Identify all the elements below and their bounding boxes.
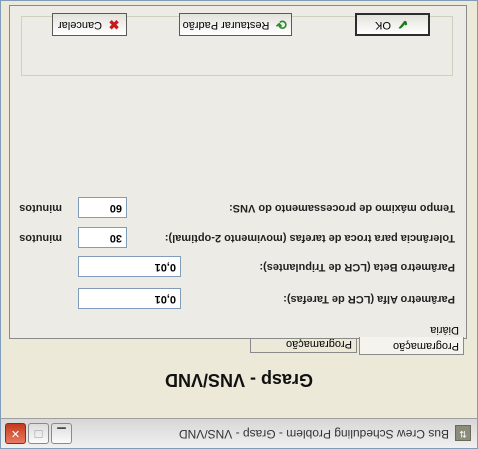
tolerancia-input[interactable]: 30 (78, 227, 127, 248)
title-bar[interactable]: ⇅ Bus Crew Scheduling Problem - Grasp - … (1, 418, 477, 448)
rotated-stage: ⇅ Bus Crew Scheduling Problem - Grasp - … (0, 0, 478, 449)
close-button[interactable]: ✕ (5, 423, 26, 444)
maximize-icon: ☐ (33, 427, 44, 440)
app-icon: ⇅ (455, 425, 471, 441)
minimize-button[interactable]: ▁ (51, 423, 72, 444)
ok-label: OK (375, 19, 391, 31)
page-title: Grasp - VNS/VND (164, 370, 314, 390)
minimize-icon: ▁ (57, 427, 66, 440)
tolerancia-label: Tolerância para troca de tarefas (movime… (164, 232, 455, 244)
alfa-input[interactable]: 0,01 (78, 288, 181, 309)
tempo-input[interactable]: 60 (78, 197, 127, 218)
tab-programacao-diaria[interactable]: Programação Diária (359, 324, 464, 355)
cancel-button[interactable]: ✖ Cancelar (52, 13, 127, 36)
beta-input[interactable]: 0,01 (78, 256, 181, 277)
close-icon: ✕ (10, 427, 21, 440)
tolerancia-unit: minutos (19, 232, 62, 244)
tempo-unit: minutos (19, 202, 62, 214)
restore-label: Restaurar Padrão (182, 19, 270, 31)
ok-button[interactable]: ✔ OK (355, 13, 430, 36)
beta-label: Parâmetro Beta (LCR de Tripulantes): (259, 261, 455, 273)
refresh-icon: ⟳ (275, 17, 287, 33)
window-title: Bus Crew Scheduling Problem - Grasp - VN… (178, 427, 449, 441)
tempo-label: Tempo máximo de processamento do VNS: (229, 202, 455, 214)
x-icon: ✖ (108, 17, 120, 33)
restore-default-button[interactable]: ⟳ Restaurar Padrão (179, 13, 292, 36)
check-icon: ✔ (397, 17, 409, 33)
alfa-label: Parâmetro Alfa (LCR de Tarefas): (283, 293, 455, 305)
dialog-window: ⇅ Bus Crew Scheduling Problem - Grasp - … (0, 0, 478, 449)
cancel-label: Cancelar (57, 19, 103, 31)
maximize-button[interactable]: ☐ (28, 423, 49, 444)
